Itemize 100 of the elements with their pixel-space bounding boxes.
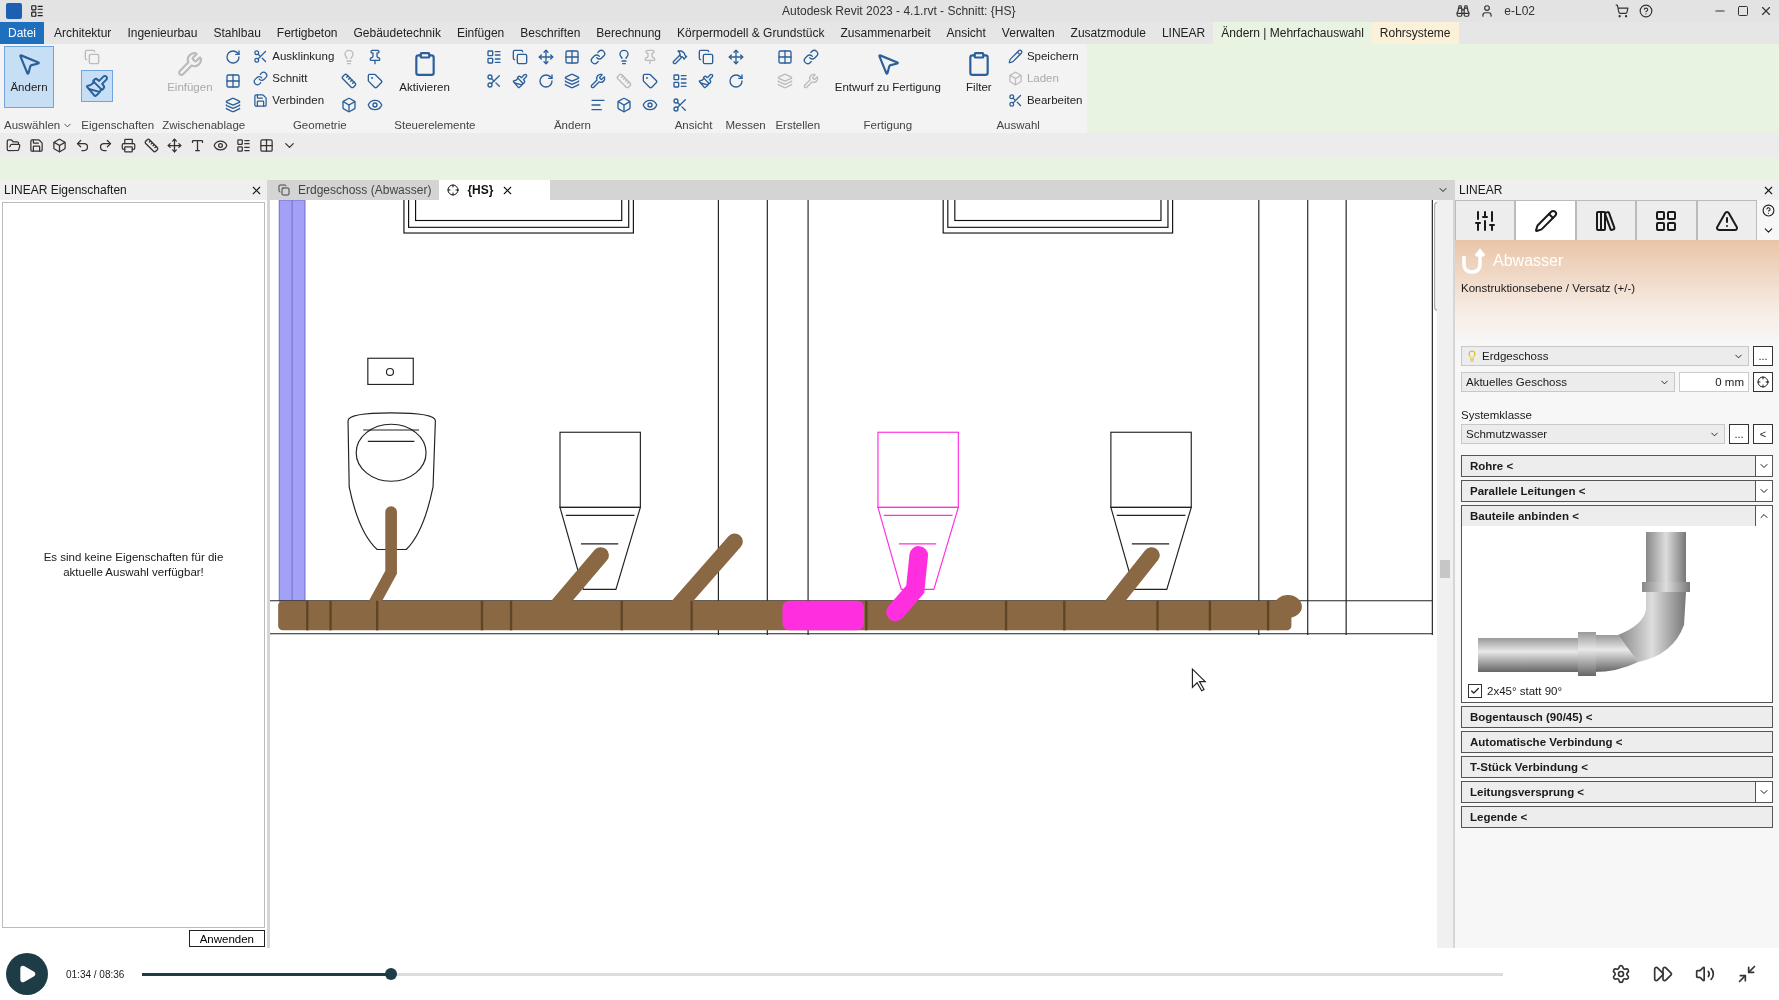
expand-icon[interactable] xyxy=(1755,782,1772,802)
help-icon[interactable] xyxy=(1761,203,1775,217)
help-icon[interactable] xyxy=(1639,4,1653,18)
user-icon[interactable] xyxy=(1480,4,1495,18)
maximize-icon[interactable] xyxy=(1737,5,1749,17)
print-icon[interactable] xyxy=(121,137,136,153)
play-button[interactable] xyxy=(6,953,48,995)
view-tab[interactable]: {HS} xyxy=(439,180,551,200)
ribbon-button[interactable]: Verbinden xyxy=(253,90,335,110)
pencil-icon xyxy=(1007,48,1023,64)
scrollbar[interactable] xyxy=(1437,200,1453,948)
video-time: 01:34 / 08:36 xyxy=(66,968,125,980)
ribbon-button[interactable]: Entwurf zu Fertigung xyxy=(829,46,946,108)
bulb-icon xyxy=(1466,350,1478,362)
panel-label: Auswählen xyxy=(4,119,61,131)
panel-label: Auswahl xyxy=(996,119,1040,131)
panel-tab[interactable] xyxy=(1636,200,1697,240)
ribbon-button[interactable]: Aktivieren xyxy=(394,46,455,108)
level-select[interactable]: Erdgeschoss xyxy=(1461,346,1749,366)
ribbon-button[interactable]: Speichern xyxy=(1007,46,1083,66)
panel-tab[interactable] xyxy=(1515,200,1576,240)
user-name[interactable]: e-L02 xyxy=(1504,4,1535,18)
checkbox[interactable] xyxy=(1468,684,1482,698)
offset-reference-select[interactable]: Aktuelles Geschoss xyxy=(1461,372,1675,392)
field-label: Konstruktionsebene / Versatz (+/-) xyxy=(1461,282,1637,294)
check-icon xyxy=(1470,686,1480,696)
section-header[interactable]: T-Stück Verbindung < xyxy=(1462,757,1772,777)
ribbon-tab[interactable]: Gebäudetechnik xyxy=(345,22,449,44)
ribbon-button[interactable]: Schnitt xyxy=(253,68,335,88)
ribbon-button[interactable]: Ändern xyxy=(4,46,54,108)
cut-icon xyxy=(253,48,269,64)
siphon-icon xyxy=(1461,248,1487,274)
panel-button[interactable]: < xyxy=(1753,424,1773,444)
link-icon xyxy=(253,70,269,86)
ribbon-tab[interactable]: LINEAR xyxy=(1153,22,1214,44)
ribbon-tab[interactable]: Ändern | Mehrfachauswahl xyxy=(1213,22,1372,44)
section-header[interactable]: Rohre < xyxy=(1462,456,1772,476)
ribbon-tab[interactable]: Beschriften xyxy=(512,22,589,44)
apply-button[interactable]: Anwenden xyxy=(188,930,265,947)
ribbon-tab[interactable]: Stahlbau xyxy=(205,22,269,44)
section-header[interactable]: Legende < xyxy=(1462,807,1772,827)
window-title: Autodesk Revit 2023 - 4.1.rvt - Schnitt: {HS} xyxy=(782,4,1016,18)
fast-forward-icon[interactable] xyxy=(1653,964,1674,984)
system-class-select[interactable]: Schmutzwasser xyxy=(1461,424,1725,444)
section-header[interactable]: Bogentausch (90/45) < xyxy=(1462,707,1772,727)
cart-icon[interactable] xyxy=(1615,4,1629,18)
pointer-icon xyxy=(16,51,42,77)
ribbon-tab[interactable]: Rohrsysteme xyxy=(1371,22,1459,44)
grid-icon[interactable] xyxy=(259,137,274,153)
collapse-icon[interactable] xyxy=(1755,506,1772,526)
ribbon-tab[interactable]: Berechnung xyxy=(588,22,670,44)
panel-tab[interactable] xyxy=(1455,200,1516,240)
list-icon[interactable] xyxy=(236,137,251,153)
ribbon-tab[interactable]: Körpermodell & Grundstück xyxy=(669,22,833,44)
panel-button[interactable]: ... xyxy=(1729,424,1749,444)
ruler-icon[interactable] xyxy=(144,137,159,153)
redo-icon[interactable] xyxy=(98,137,113,153)
section-header[interactable]: Bauteile anbinden < xyxy=(1462,506,1772,526)
ribbon-tab[interactable]: Zusammenarbeit xyxy=(832,22,939,44)
ribbon-tab[interactable]: Ingenieurbau xyxy=(119,22,206,44)
ribbon-button[interactable]: Ausklinkung xyxy=(253,46,335,66)
empty-message: Es sind keine Eigenschaften für die aktuelle Auswahl verfügbar! xyxy=(42,550,225,580)
ribbon-tab[interactable]: Ansicht xyxy=(938,22,994,44)
brush-icon[interactable] xyxy=(81,70,114,102)
minimize-icon[interactable] xyxy=(1737,964,1758,984)
volume-icon[interactable] xyxy=(1695,964,1716,984)
box-icon[interactable] xyxy=(52,137,67,153)
expand-icon[interactable] xyxy=(1755,456,1772,476)
move-icon[interactable] xyxy=(167,137,182,153)
ribbon-tab[interactable]: Datei xyxy=(0,22,44,44)
undo-icon[interactable] xyxy=(75,137,90,153)
pick-button[interactable] xyxy=(1753,372,1773,392)
ribbon-button[interactable]: Bearbeiten xyxy=(1007,90,1083,110)
expand-icon[interactable] xyxy=(1755,481,1772,501)
eye-icon[interactable] xyxy=(213,137,228,153)
section-header[interactable]: Automatische Verbindung < xyxy=(1462,732,1772,752)
section-header[interactable]: Leitungsversprung < xyxy=(1462,782,1772,802)
ribbon-tab[interactable]: Fertigbeton xyxy=(268,22,346,44)
more-button[interactable]: ... xyxy=(1753,346,1773,366)
binoculars-icon[interactable] xyxy=(1456,4,1471,18)
panel-tab[interactable] xyxy=(1696,200,1758,240)
panel-title: LINEAR Eigenschaften xyxy=(4,183,127,197)
books-icon xyxy=(1594,208,1618,233)
folder-icon[interactable] xyxy=(6,137,21,153)
panel-tab[interactable] xyxy=(1575,200,1637,240)
save-icon[interactable] xyxy=(29,137,44,153)
text-icon[interactable] xyxy=(190,137,205,153)
progress-knob[interactable] xyxy=(385,967,398,980)
offset-field[interactable]: 0 mm xyxy=(1679,372,1749,392)
grid-icon xyxy=(1654,208,1679,233)
ribbon-tab[interactable]: Einfügen xyxy=(448,22,513,44)
ribbon-tab[interactable]: Zusatzmodule xyxy=(1062,22,1154,44)
ribbon-tab[interactable]: Verwalten xyxy=(993,22,1063,44)
section-header[interactable]: Parallele Leitungen < xyxy=(1462,481,1772,501)
ribbon-tab[interactable]: Architektur xyxy=(46,22,120,44)
close-icon[interactable] xyxy=(1759,4,1773,18)
list-icon[interactable] xyxy=(30,4,44,18)
panel-title: LINEAR xyxy=(1459,183,1503,197)
ribbon-button[interactable]: Filter xyxy=(953,46,1004,108)
settings-icon[interactable] xyxy=(1611,964,1632,984)
